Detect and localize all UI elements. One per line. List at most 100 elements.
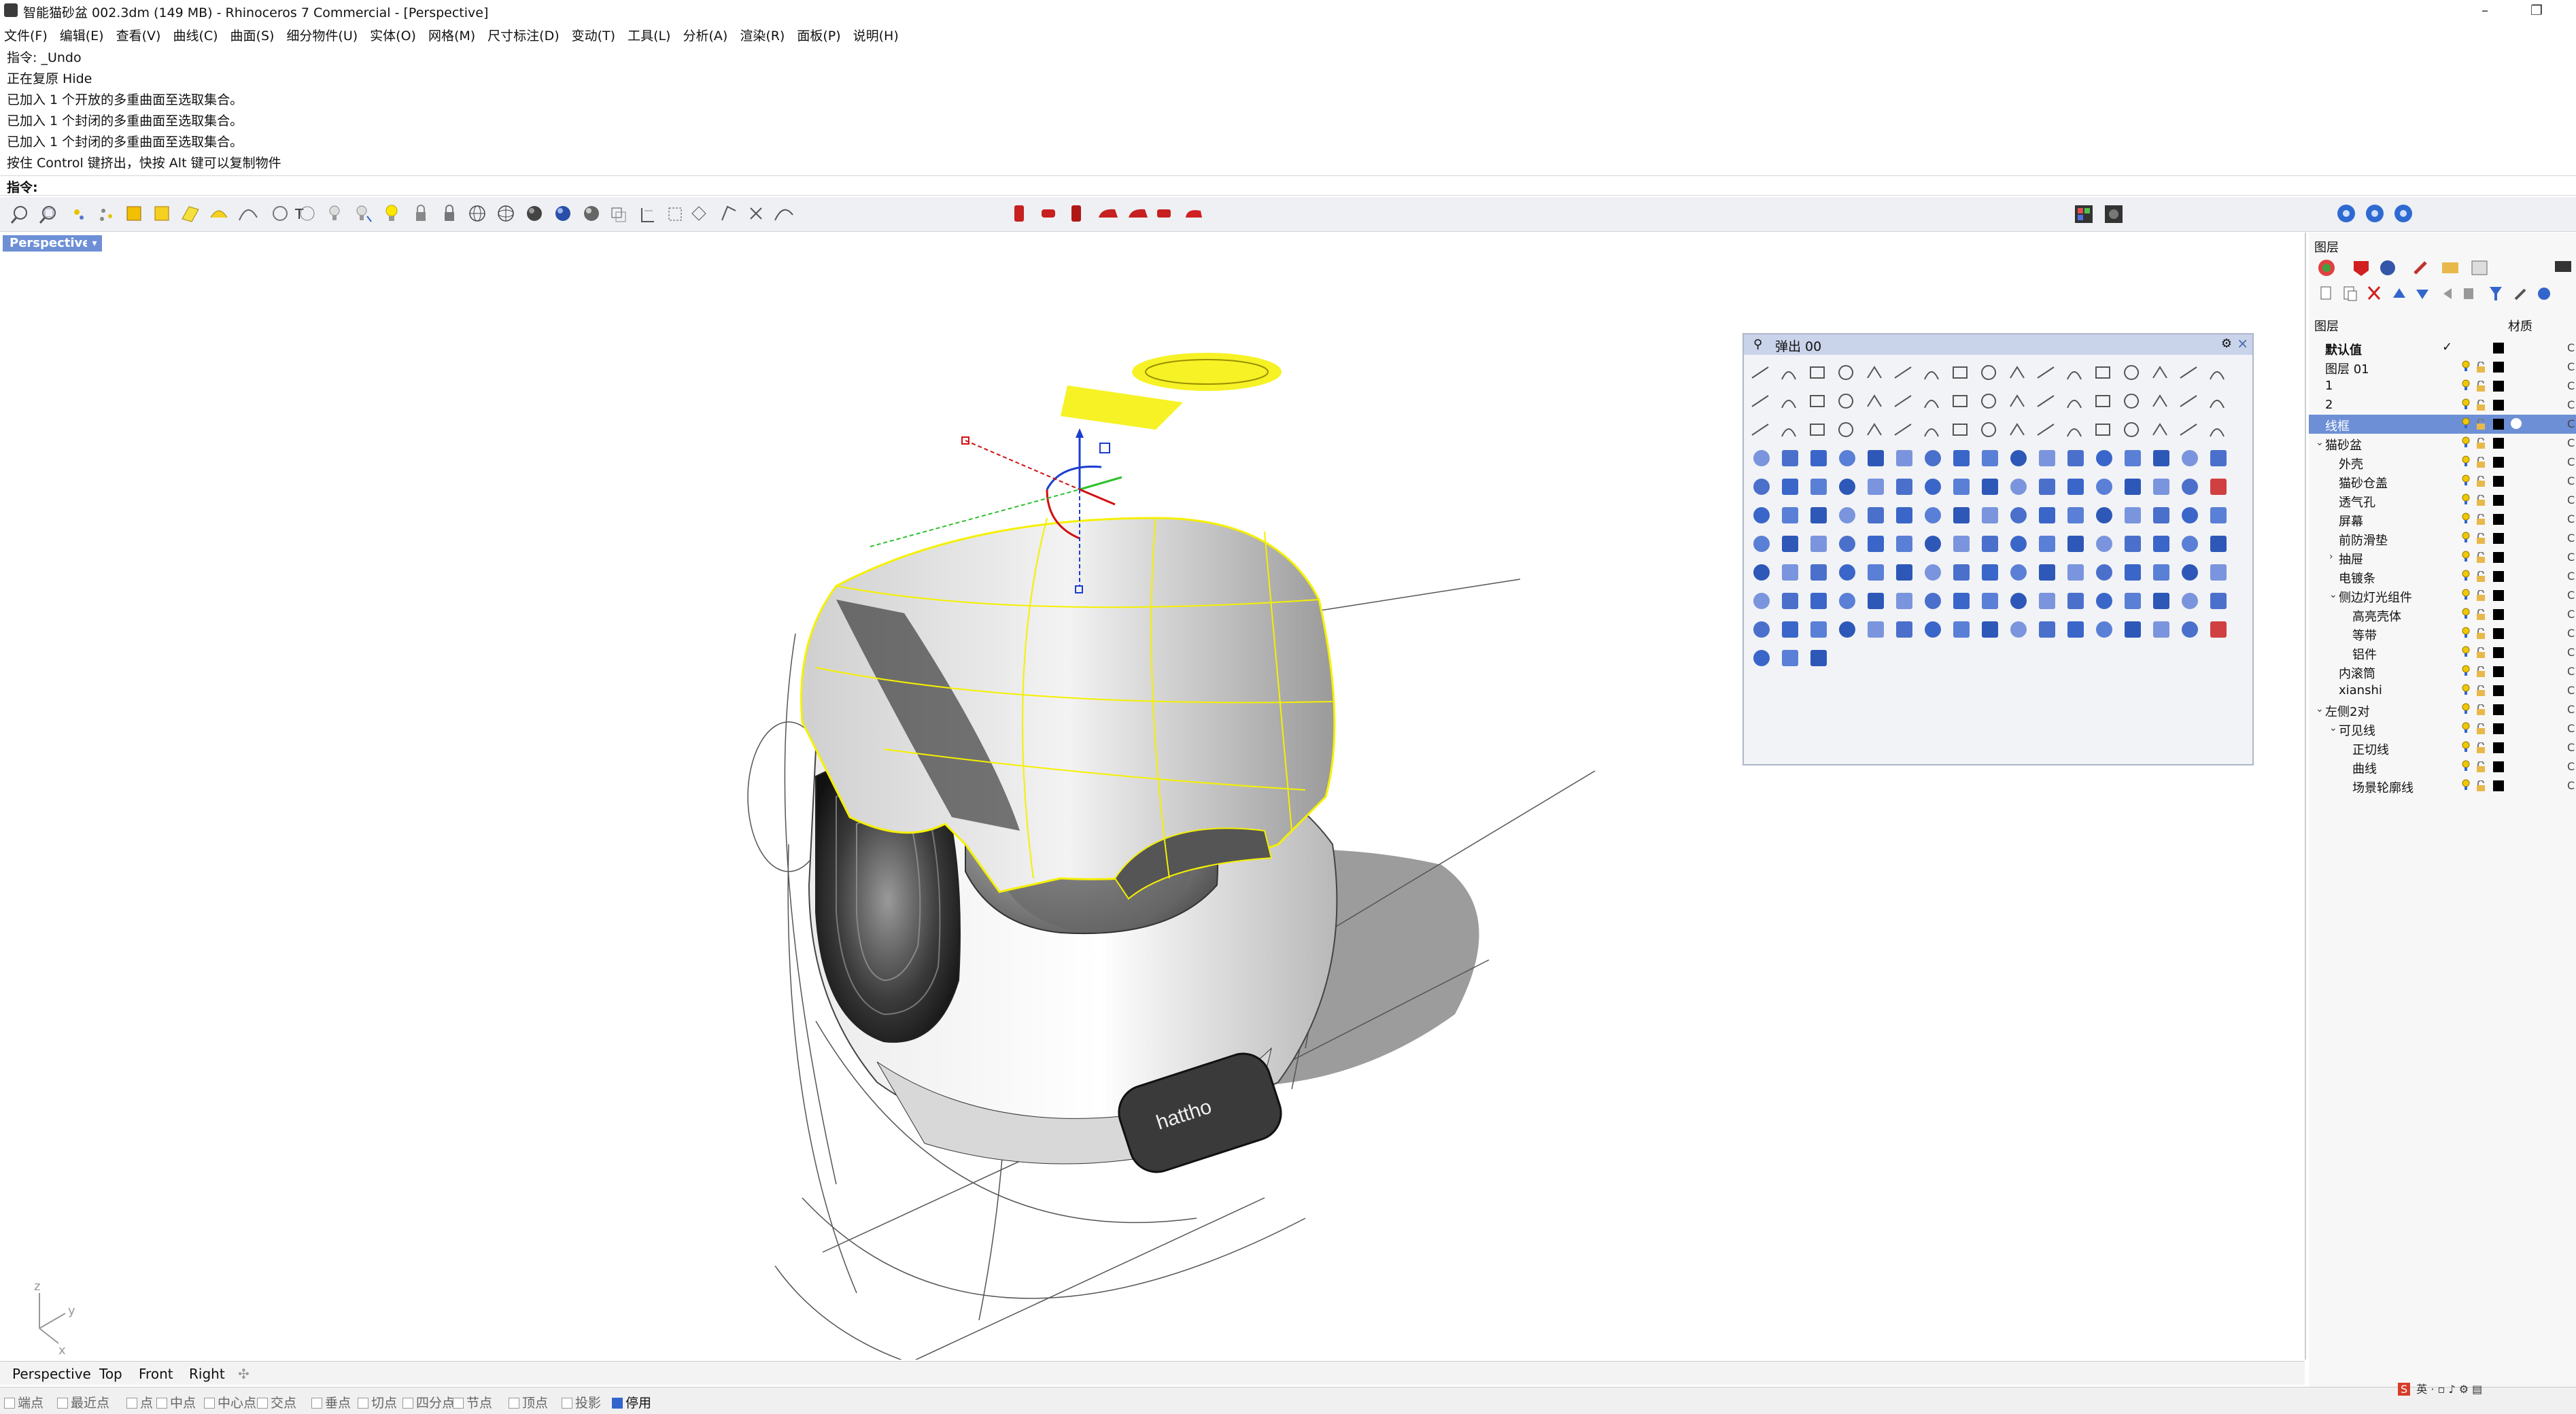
popup-tool-icon[interactable] <box>2096 479 2112 495</box>
popup-tool-icon[interactable] <box>1896 593 1912 609</box>
render-car-icon-3[interactable] <box>1071 205 1081 222</box>
popup-tool-icon[interactable] <box>2125 507 2141 523</box>
lock-icon[interactable] <box>2475 418 2486 430</box>
popup-tool-icon[interactable] <box>1838 422 1854 437</box>
layer-row[interactable]: 2C <box>2309 396 2576 415</box>
visibility-bulb-icon[interactable] <box>2462 570 2470 582</box>
menu-tools[interactable]: 工具(L) <box>628 26 670 44</box>
visibility-bulb-icon[interactable] <box>2462 360 2470 373</box>
popup-tool-icon[interactable] <box>1839 621 1855 638</box>
visibility-bulb-icon[interactable] <box>2462 398 2470 411</box>
visibility-bulb-icon[interactable] <box>2462 551 2470 563</box>
layer-color-swatch[interactable] <box>2493 476 2504 487</box>
visibility-bulb-icon[interactable] <box>2462 513 2470 525</box>
visibility-bulb-icon[interactable] <box>2462 417 2470 430</box>
popup-tool-icon[interactable] <box>2010 621 2027 638</box>
popup-tool-icon[interactable] <box>1982 621 1998 638</box>
tab-right[interactable]: Right <box>189 1366 225 1382</box>
osnap-checkbox[interactable] <box>126 1398 137 1409</box>
lock-icon[interactable] <box>2475 608 2486 620</box>
settings-gear-icon-1[interactable] <box>2337 205 2355 222</box>
osnap-item[interactable]: 中点 <box>156 1393 196 1411</box>
layer-color-swatch[interactable] <box>2493 780 2504 791</box>
osnap-item[interactable]: 最近点 <box>57 1393 109 1411</box>
popup-tool-icon[interactable] <box>2182 479 2198 495</box>
popup-tool-icon[interactable] <box>2067 507 2084 523</box>
popup-tool-icon[interactable] <box>2010 423 2025 436</box>
help-icon[interactable] <box>2538 288 2550 300</box>
lock-icon[interactable] <box>2475 666 2486 677</box>
visibility-bulb-icon[interactable] <box>2462 455 2470 468</box>
expand-chevron-icon[interactable]: › <box>2329 551 2333 562</box>
popup-tool-icon[interactable] <box>2210 621 2227 638</box>
popup-tool-icon[interactable] <box>1953 395 1968 407</box>
lock-icon[interactable] <box>416 205 426 221</box>
menu-view[interactable]: 查看(V) <box>116 26 161 44</box>
popup-tool-icon[interactable] <box>1953 593 1970 609</box>
popup-tool-icon[interactable] <box>2153 479 2169 495</box>
lock-icon[interactable] <box>2475 742 2486 753</box>
visibility-bulb-icon[interactable] <box>2462 760 2470 772</box>
popup-tool-icon[interactable] <box>2010 593 2027 609</box>
layer-row[interactable]: ⌄ 侧边灯光组件 C <box>2309 586 2576 605</box>
lock-icon[interactable] <box>2475 704 2486 715</box>
shaded-sphere-icon[interactable] <box>527 206 542 221</box>
lock-icon[interactable] <box>2475 494 2486 506</box>
popup-tool-icon[interactable] <box>2096 564 2112 581</box>
layer-row[interactable]: 电镀条 C <box>2309 567 2576 586</box>
popup-tool-icon[interactable] <box>2182 536 2198 552</box>
popup-tool-icon[interactable] <box>2067 450 2084 466</box>
popup-tool-icon[interactable] <box>2095 395 2110 407</box>
osnap-checkbox[interactable] <box>509 1398 519 1409</box>
menu-dimension[interactable]: 尺寸标注(D) <box>487 26 559 44</box>
rendered-sphere-icon[interactable] <box>555 206 570 221</box>
popup-tool-icon[interactable] <box>1982 450 1998 466</box>
expand-chevron-icon[interactable]: ⌄ <box>2329 723 2337 734</box>
popup-tool-icon[interactable] <box>2210 479 2227 495</box>
layer-color-swatch[interactable] <box>2493 400 2504 411</box>
layer-color-swatch[interactable] <box>2493 419 2504 430</box>
popup-tool-icon[interactable] <box>2153 593 2169 609</box>
minimize-button[interactable]: – <box>2481 2 2488 18</box>
popup-tool-icon[interactable] <box>2039 507 2055 523</box>
restore-button[interactable]: ❐ <box>2530 2 2543 18</box>
current-layer-check-icon[interactable]: ✓ <box>2442 340 2452 354</box>
popup-tool-icon[interactable] <box>1894 395 1912 407</box>
scale-icon[interactable] <box>691 206 706 221</box>
popup-tool-icon[interactable] <box>2182 450 2198 466</box>
layer-row[interactable]: 猫砂仓盖 C <box>2309 472 2576 491</box>
expand-chevron-icon[interactable]: ⌄ <box>2316 704 2324 714</box>
layer-color-swatch[interactable] <box>2493 457 2504 468</box>
popup-tool-icon[interactable] <box>2210 371 2225 380</box>
visibility-bulb-icon[interactable] <box>2462 703 2470 715</box>
popup-tool-icon[interactable] <box>1753 650 1770 666</box>
popup-tool-icon[interactable] <box>2182 621 2198 638</box>
popup-tool-icon[interactable] <box>2125 450 2141 466</box>
select-mesh-icon[interactable] <box>273 206 288 221</box>
popup-tool-icon[interactable] <box>2124 365 2140 380</box>
popup-tool-icon[interactable] <box>1982 564 1998 581</box>
popup-tool-icon[interactable] <box>1894 366 1912 379</box>
popup-tool-icon[interactable] <box>1868 450 1884 466</box>
layer-row[interactable]: 前防滑垫 C <box>2309 529 2576 548</box>
popup-tool-icon[interactable] <box>1953 450 1970 466</box>
lock-icon[interactable] <box>2475 399 2486 411</box>
popup-tool-icon[interactable] <box>2039 621 2055 638</box>
popup-tool-icon[interactable] <box>1810 479 1827 495</box>
popup-tool-icon[interactable] <box>2125 479 2141 495</box>
menu-transform[interactable]: 变动(T) <box>572 26 615 44</box>
popup-tool-icon[interactable] <box>1924 400 1939 409</box>
popup-tool-icon[interactable] <box>2096 593 2112 609</box>
osnap-item[interactable]: 垂点 <box>311 1393 351 1411</box>
visibility-bulb-icon[interactable] <box>2462 532 2470 544</box>
popup-tool-icon[interactable] <box>1867 366 1882 379</box>
osnap-checkbox[interactable] <box>612 1398 623 1409</box>
popup-tool-icon[interactable] <box>1810 650 1827 666</box>
lock-icon[interactable] <box>2475 570 2486 582</box>
popup-tool-icon[interactable] <box>2152 394 2167 407</box>
settings-gear-icon-3[interactable] <box>2394 205 2412 222</box>
gear-icon[interactable]: ⚙ <box>2221 337 2232 351</box>
popup-tool-icon[interactable] <box>2039 479 2055 495</box>
render-car-icon-1[interactable] <box>1014 205 1024 222</box>
tab-front[interactable]: Front <box>139 1366 173 1382</box>
